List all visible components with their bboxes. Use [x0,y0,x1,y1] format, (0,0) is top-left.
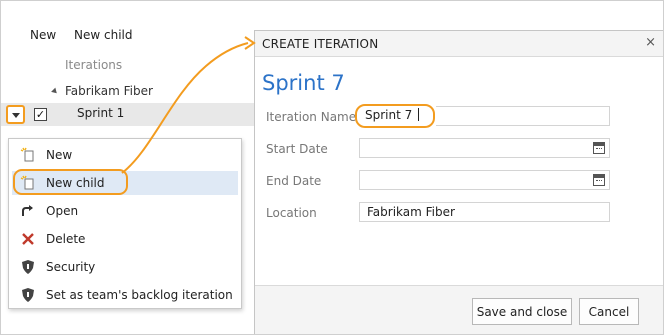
menu-item-delete[interactable]: Delete [12,227,238,251]
new-child-highlight-ring [13,169,128,195]
menu-item-set-backlog-iteration[interactable]: Set as team's backlog iteration [12,283,238,307]
tree-node-root-label: Fabrikam Fiber [65,84,153,98]
dialog-heading: Sprint 7 [262,71,345,95]
text-cursor [418,108,420,121]
tree-header-iterations: Iterations [1,55,255,77]
menu-item-security[interactable]: Security [12,255,238,279]
window-frame: New New child Iterations Fabrikam Fiber … [0,0,664,335]
save-and-close-button[interactable]: Save and close [472,298,572,325]
location-value: Fabrikam Fiber [367,205,455,219]
shield-icon [22,288,34,302]
close-icon[interactable]: × [645,36,656,50]
context-menu: New New child Open Delete Security Set a… [8,138,242,309]
end-date-input[interactable] [359,170,610,190]
menu-item-open[interactable]: Open [12,199,238,223]
location-label: Location [266,206,317,220]
shield-icon [22,260,34,274]
menu-item-label: Security [46,260,96,274]
tree-node-sprint-label: Sprint 1 [77,106,125,120]
tree-header-label: Iterations [65,58,123,72]
menu-item-label: New [46,148,73,162]
cancel-button[interactable]: Cancel [579,298,639,325]
calendar-icon[interactable] [593,142,605,154]
start-date-label: Start Date [266,142,328,156]
iteration-name-label: Iteration Name [266,110,357,124]
menu-item-label: Set as team's backlog iteration [46,288,233,302]
create-iteration-dialog: CREATE ITERATION × Sprint 7 Iteration Na… [254,30,663,334]
dialog-footer: Save and close Cancel [255,285,663,334]
dialog-header: CREATE ITERATION × [255,31,663,57]
tree-node-root[interactable]: Fabrikam Fiber [1,81,255,103]
end-date-label: End Date [266,174,322,188]
iteration-name-input-tail[interactable] [436,106,610,126]
start-date-input[interactable] [359,138,610,158]
menu-item-new[interactable]: New [12,143,238,167]
iteration-name-input[interactable]: Sprint 7 [355,104,435,128]
row-menu-dropdown-icon[interactable] [6,105,25,124]
menu-item-label: Delete [46,232,86,246]
new-item-icon [20,147,34,162]
delete-x-icon [22,233,34,245]
row-checkbox[interactable]: ✓ [34,108,47,121]
dialog-title: CREATE ITERATION [262,37,379,51]
new-child-button[interactable]: New child [74,28,132,42]
tree-node-sprint-1[interactable]: ✓ Sprint 1 [1,103,255,126]
new-button[interactable]: New [30,28,56,42]
location-input[interactable]: Fabrikam Fiber [359,202,610,222]
iteration-name-value: Sprint 7 [365,108,413,122]
calendar-icon[interactable] [593,174,605,186]
menu-item-label: Open [46,204,79,218]
collapse-triangle-icon[interactable] [51,87,59,96]
open-arrow-icon [22,205,33,216]
